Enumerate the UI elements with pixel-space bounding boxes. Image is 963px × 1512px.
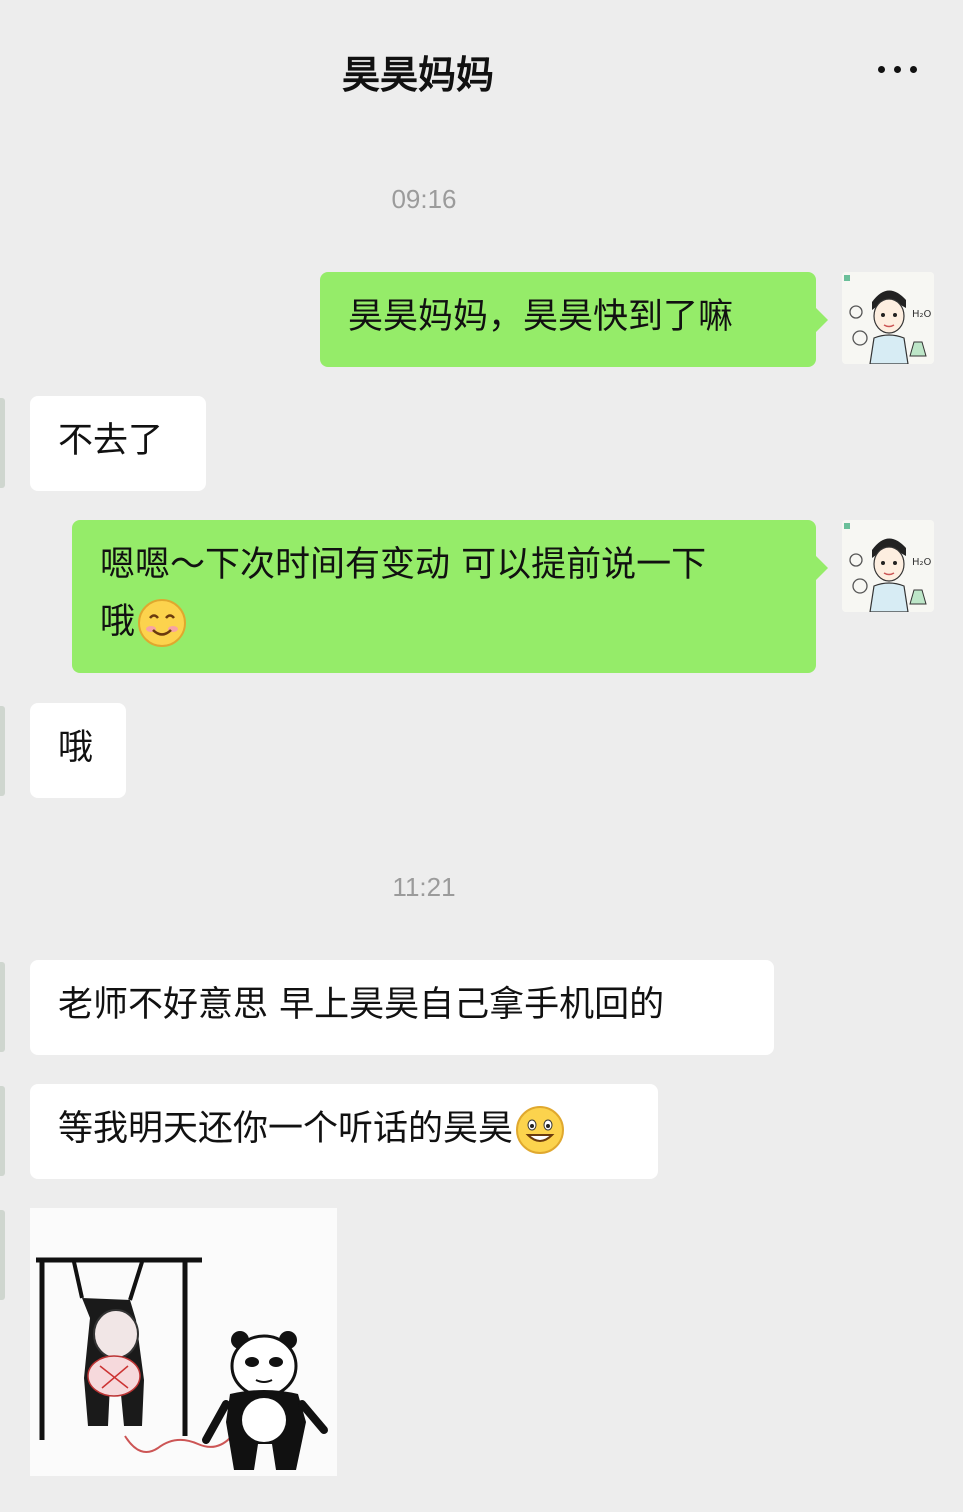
- teacher-avatar[interactable]: H₂O: [842, 272, 934, 364]
- left-edge-marker: [0, 1210, 5, 1300]
- timestamp: 09:16: [391, 184, 457, 214]
- message-text: 老师不好意思 早上昊昊自己拿手机回的: [58, 985, 665, 1025]
- message-text-line: 嗯嗯～下次时间有变动 可以提前说一下: [100, 545, 707, 585]
- grin-emoji-icon: [516, 1106, 565, 1154]
- left-edge-marker: [0, 398, 5, 488]
- chat-header: 昊昊妈妈: [0, 0, 963, 128]
- message-bubble-outgoing[interactable]: 嗯嗯～下次时间有变动 可以提前说一下 哦: [72, 520, 828, 673]
- svg-text:H₂O: H₂O: [912, 309, 932, 320]
- message-bubble-incoming[interactable]: 哦: [30, 703, 126, 798]
- message-bubble-incoming[interactable]: 不去了: [30, 396, 206, 491]
- svg-text:H₂O: H₂O: [912, 557, 932, 568]
- left-edge-marker: [0, 1086, 5, 1176]
- more-horizontal-icon[interactable]: [872, 54, 922, 84]
- message-text: 哦: [58, 728, 94, 768]
- left-edge-marker: [0, 962, 5, 1052]
- message-text: 不去了: [58, 421, 164, 461]
- message-text: 昊昊妈妈，昊昊快到了嘛: [348, 297, 734, 337]
- message-text-line: 哦: [100, 602, 136, 642]
- left-edge-marker: [0, 706, 5, 796]
- panda-meme-sticker[interactable]: [30, 1208, 337, 1476]
- message-bubble-incoming[interactable]: 等我明天还你一个听话的昊昊: [30, 1084, 658, 1179]
- message-text: 等我明天还你一个听话的昊昊: [58, 1109, 514, 1149]
- teacher-avatar[interactable]: H₂O: [842, 520, 934, 612]
- message-bubble-outgoing[interactable]: 昊昊妈妈，昊昊快到了嘛: [320, 272, 828, 367]
- timestamp: 11:21: [392, 872, 456, 902]
- smile-emoji-icon: [138, 599, 187, 647]
- message-bubble-incoming[interactable]: 老师不好意思 早上昊昊自己拿手机回的: [30, 960, 774, 1055]
- chat-title: 昊昊妈妈: [341, 53, 494, 97]
